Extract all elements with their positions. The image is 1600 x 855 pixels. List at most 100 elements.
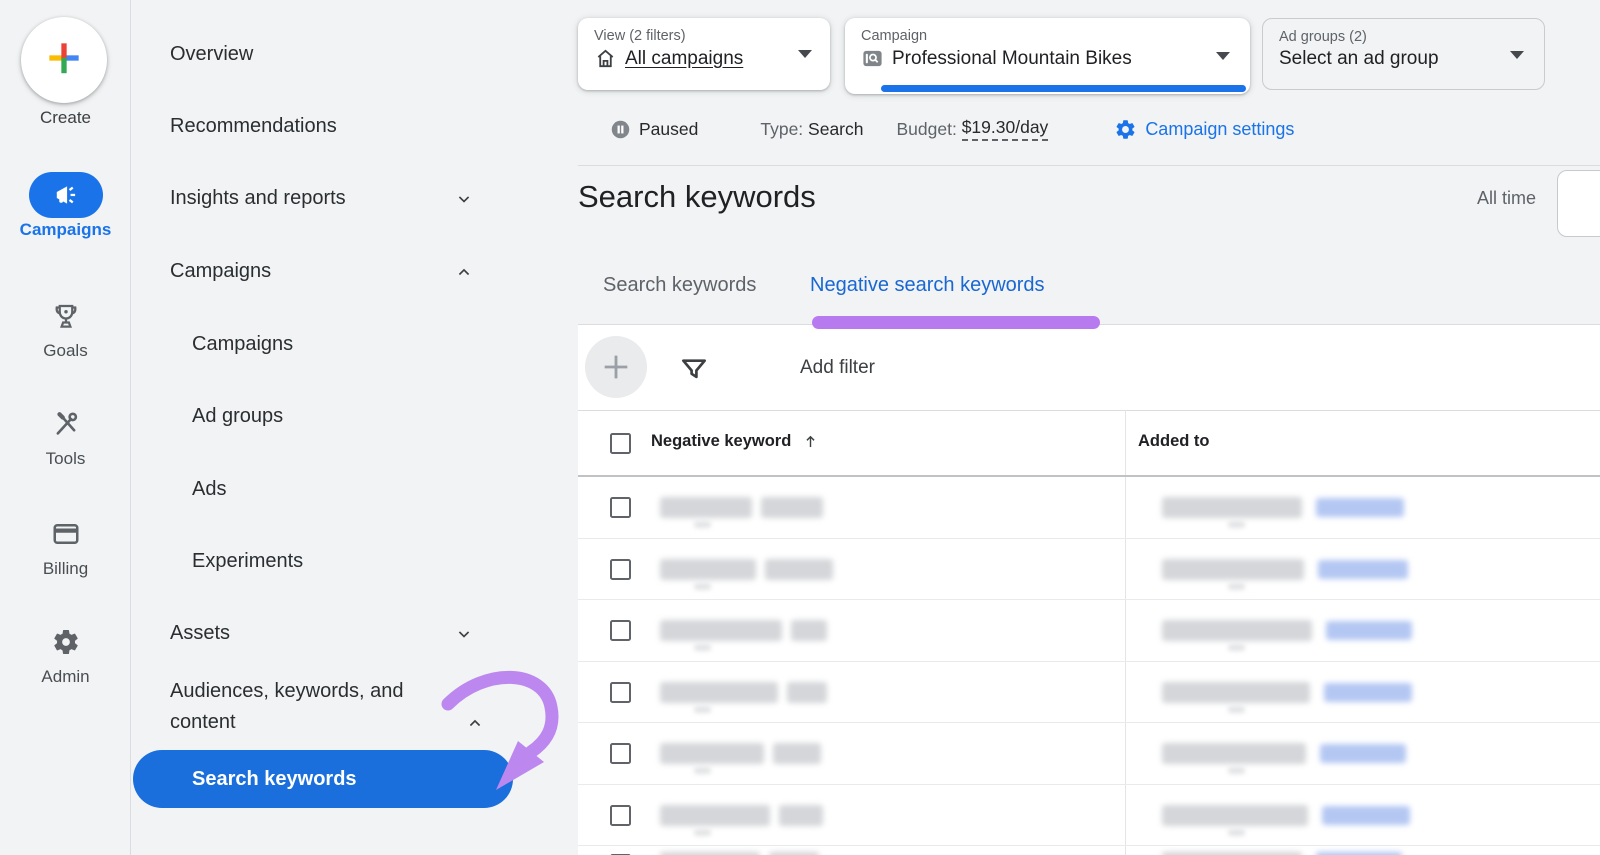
- redacted-added-to-link[interactable]: [1316, 498, 1404, 517]
- redacted-added-to-text: [1162, 743, 1306, 764]
- redacted-negative-keyword: [660, 743, 764, 764]
- sidebar-item-experiments[interactable]: Experiments: [131, 546, 578, 576]
- redacted-added-to-text: [1162, 805, 1308, 826]
- dropdown-caret-icon: [1510, 51, 1524, 59]
- sidebar-item-label: Ads: [192, 478, 226, 500]
- page-title: Search keywords: [578, 179, 816, 215]
- tab-negative-search-keywords[interactable]: Negative search keywords: [810, 271, 1045, 299]
- sidebar-item-insights-and-reports[interactable]: Insights and reports: [131, 183, 578, 213]
- column-header-added-to[interactable]: Added to: [1138, 432, 1210, 451]
- redacted-text: [1228, 644, 1245, 651]
- redacted-added-to-link[interactable]: [1320, 744, 1406, 763]
- redacted-negative-keyword: [660, 682, 778, 703]
- redacted-added-to-link[interactable]: [1324, 683, 1412, 702]
- campaign-selector-value: Professional Mountain Bikes: [892, 48, 1132, 70]
- sidebar-item-ads[interactable]: Ads: [131, 474, 578, 504]
- redacted-negative-keyword: [779, 805, 823, 826]
- redacted-added-to-link[interactable]: [1326, 621, 1412, 640]
- ad-group-selector-label: Ad groups (2): [1279, 29, 1528, 45]
- campaign-settings-label: Campaign settings: [1145, 119, 1294, 140]
- sidebar-item-label: Audiences, keywords, and content: [170, 680, 403, 733]
- sidebar-item-ad-groups[interactable]: Ad groups: [131, 401, 578, 431]
- sidebar-item-overview[interactable]: Overview: [131, 39, 578, 69]
- row-checkbox[interactable]: [610, 682, 631, 703]
- app-rail: Create Campaigns Goals Tools Billing Admin: [0, 0, 131, 855]
- add-negative-keyword-button[interactable]: [585, 336, 647, 398]
- row-checkbox[interactable]: [610, 497, 631, 518]
- redacted-text: [1228, 583, 1245, 590]
- redacted-text: [694, 767, 711, 774]
- sidebar-item-search-keywords-active[interactable]: Search keywords: [133, 750, 513, 808]
- sidebar-item-label: Ad groups: [192, 405, 283, 427]
- sidebar-item-recommendations[interactable]: Recommendations: [131, 111, 578, 141]
- redacted-text: [694, 521, 711, 528]
- plus-icon: [599, 350, 633, 384]
- tools-icon: [0, 401, 131, 447]
- redacted-negative-keyword: [773, 743, 821, 764]
- budget-value[interactable]: $19.30/day: [962, 117, 1049, 141]
- date-range-box[interactable]: [1557, 170, 1600, 237]
- redacted-text: [1228, 521, 1245, 528]
- chevron-down-icon[interactable]: [454, 623, 474, 643]
- sidebar-item-label: Insights and reports: [170, 187, 346, 209]
- rail-item-tools[interactable]: Tools: [0, 401, 131, 469]
- redacted-negative-keyword: [791, 620, 827, 641]
- add-filter-label[interactable]: Add filter: [800, 356, 875, 380]
- create-label: Create: [0, 108, 131, 128]
- rail-item-billing[interactable]: Billing: [0, 511, 131, 579]
- table-row: [578, 846, 1600, 855]
- row-checkbox[interactable]: [610, 620, 631, 641]
- header-divider: [578, 165, 1600, 166]
- redacted-negative-keyword: [765, 559, 833, 580]
- trophy-icon: [0, 293, 131, 339]
- table-row: [578, 539, 1600, 601]
- redacted-text: [1228, 767, 1245, 774]
- table-row: [578, 662, 1600, 724]
- sort-ascending-icon: [801, 432, 820, 451]
- row-checkbox[interactable]: [610, 743, 631, 764]
- rail-item-goals[interactable]: Goals: [0, 293, 131, 361]
- campaign-search-icon: [861, 47, 884, 70]
- redacted-text: [694, 829, 711, 836]
- chevron-down-icon[interactable]: [454, 188, 474, 208]
- campaign-settings-link[interactable]: Campaign settings: [1114, 118, 1294, 141]
- rail-item-campaigns[interactable]: Campaigns: [0, 172, 131, 240]
- sidebar-item-label: Campaigns: [170, 260, 271, 282]
- negative-keywords-panel: Add filter Negative keyword Added to: [578, 325, 1600, 855]
- time-range-label[interactable]: All time: [1408, 188, 1536, 209]
- type-value: Search: [808, 119, 863, 140]
- redacted-negative-keyword: [787, 682, 827, 703]
- chevron-up-icon[interactable]: [454, 261, 474, 281]
- redacted-text: [694, 706, 711, 713]
- sidebar-item-label: Experiments: [192, 550, 303, 572]
- redacted-added-to-link[interactable]: [1318, 560, 1408, 579]
- sidebar-item-campaigns[interactable]: Campaigns: [131, 329, 578, 359]
- redacted-negative-keyword: [761, 497, 823, 518]
- chevron-up-icon[interactable]: [465, 712, 485, 732]
- campaign-status-row: Paused Type: Search Budget: $19.30/day C…: [610, 116, 1294, 142]
- create-button[interactable]: [21, 17, 107, 103]
- gear-icon: [1114, 118, 1137, 141]
- view-selector[interactable]: View (2 filters) All campaigns: [578, 18, 830, 90]
- row-checkbox[interactable]: [610, 559, 631, 580]
- dropdown-caret-icon: [798, 50, 812, 58]
- sidebar-item-assets[interactable]: Assets: [131, 618, 578, 648]
- redacted-added-to-link[interactable]: [1322, 806, 1410, 825]
- tab-search-keywords[interactable]: Search keywords: [603, 271, 756, 299]
- redacted-negative-keyword: [660, 805, 770, 826]
- select-all-checkbox[interactable]: [610, 433, 631, 454]
- rail-item-label: Billing: [0, 559, 131, 579]
- rail-item-admin[interactable]: Admin: [0, 619, 131, 687]
- row-checkbox[interactable]: [610, 805, 631, 826]
- filter-button[interactable]: [678, 354, 710, 384]
- sidebar-item-label: Overview: [170, 43, 253, 65]
- campaign-selector[interactable]: Campaign Professional Mountain Bikes: [845, 18, 1250, 94]
- rail-item-label: Tools: [0, 449, 131, 469]
- campaign-active-indicator: [881, 85, 1246, 92]
- ad-group-selector[interactable]: Ad groups (2) Select an ad group: [1262, 18, 1545, 90]
- sidebar-item-audiences-keywords-and-content[interactable]: Audiences, keywords, and content: [131, 676, 471, 740]
- sidebar-item-label: Assets: [170, 622, 230, 644]
- column-header-negative-keyword[interactable]: Negative keyword: [651, 432, 820, 451]
- sidebar-item-campaigns[interactable]: Campaigns: [131, 256, 578, 286]
- megaphone-icon: [29, 172, 103, 218]
